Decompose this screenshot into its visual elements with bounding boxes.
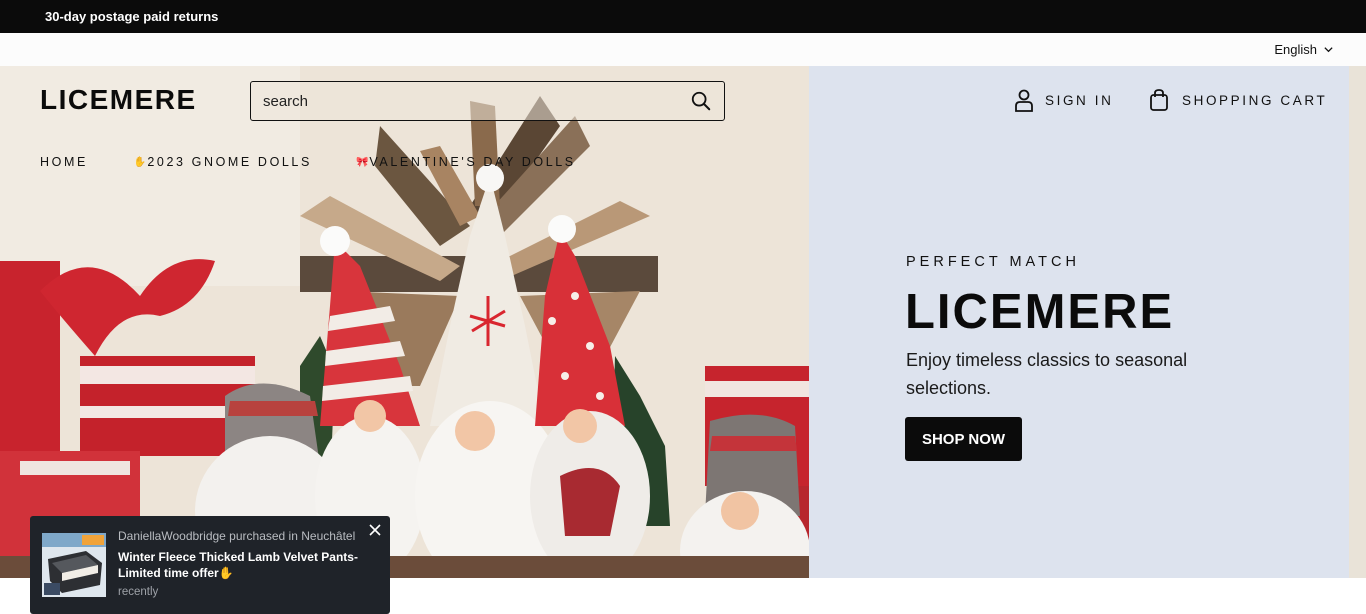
shopping-bag-icon [1150,89,1168,111]
chevron-down-icon [1324,47,1333,53]
nav-item-label: 2023 GNOME DOLLS [147,155,312,169]
sign-in-link[interactable]: SIGN IN [1013,88,1113,112]
nav-item-label: VALENTINE'S DAY DOLLS [369,155,576,169]
product-thumbnail[interactable] [42,533,106,597]
ribbon-emoji-icon: 🎀 [355,156,369,168]
nav-item-home[interactable]: HOME [40,155,88,169]
search-box [250,81,725,121]
nav-item-gnome-dolls[interactable]: ✋ 2023 GNOME DOLLS [134,155,312,169]
product-name[interactable]: Winter Fleece Thicked Lamb Velvet Pants-… [118,549,368,581]
shopping-cart-link[interactable]: SHOPPING CART [1148,88,1327,112]
site-logo[interactable]: LICEMERE [40,84,197,116]
nav-item-valentines-dolls[interactable]: 🎀 VALENTINE'S DAY DOLLS [356,155,576,169]
hero-section: LICEMERE HOME ✋2023 GNOME DOLLS 🎀VALENTI… [0,66,1366,614]
language-selector[interactable]: English [1274,33,1334,66]
hero-eyebrow: PERFECT MATCH [906,254,1080,270]
language-bar: English [0,33,1366,66]
search-input[interactable] [251,82,671,120]
sign-in-label: SIGN IN [1045,92,1114,108]
buyer-line: DaniellaWoodbridge purchased in Neuchâte… [118,529,356,543]
hero-headline: LICEMERE [905,285,1175,339]
announcement-bar: 30-day postage paid returns [0,0,1366,33]
hero-subtext: Enjoy timeless classics to seasonal sele… [906,350,1188,398]
shop-now-button[interactable]: SHOP NOW [905,417,1022,461]
hand-emoji-icon: ✋ [133,156,147,168]
hero-edge [1349,66,1366,578]
close-icon[interactable] [368,523,382,537]
hero-image-gnomes [0,66,809,578]
shopping-cart-label: SHOPPING CART [1182,92,1328,108]
nav-item-label: HOME [40,155,88,169]
language-label: English [1274,42,1317,57]
purchase-time: recently [118,586,159,598]
purchase-notification[interactable]: DaniellaWoodbridge purchased in Neuchâte… [30,516,390,614]
announcement-text: 30-day postage paid returns [45,9,219,24]
user-icon [1015,89,1033,112]
main-navigation: HOME ✋ 2023 GNOME DOLLS 🎀 VALENTINE'S DAY … [40,155,576,169]
search-icon[interactable] [690,90,712,112]
